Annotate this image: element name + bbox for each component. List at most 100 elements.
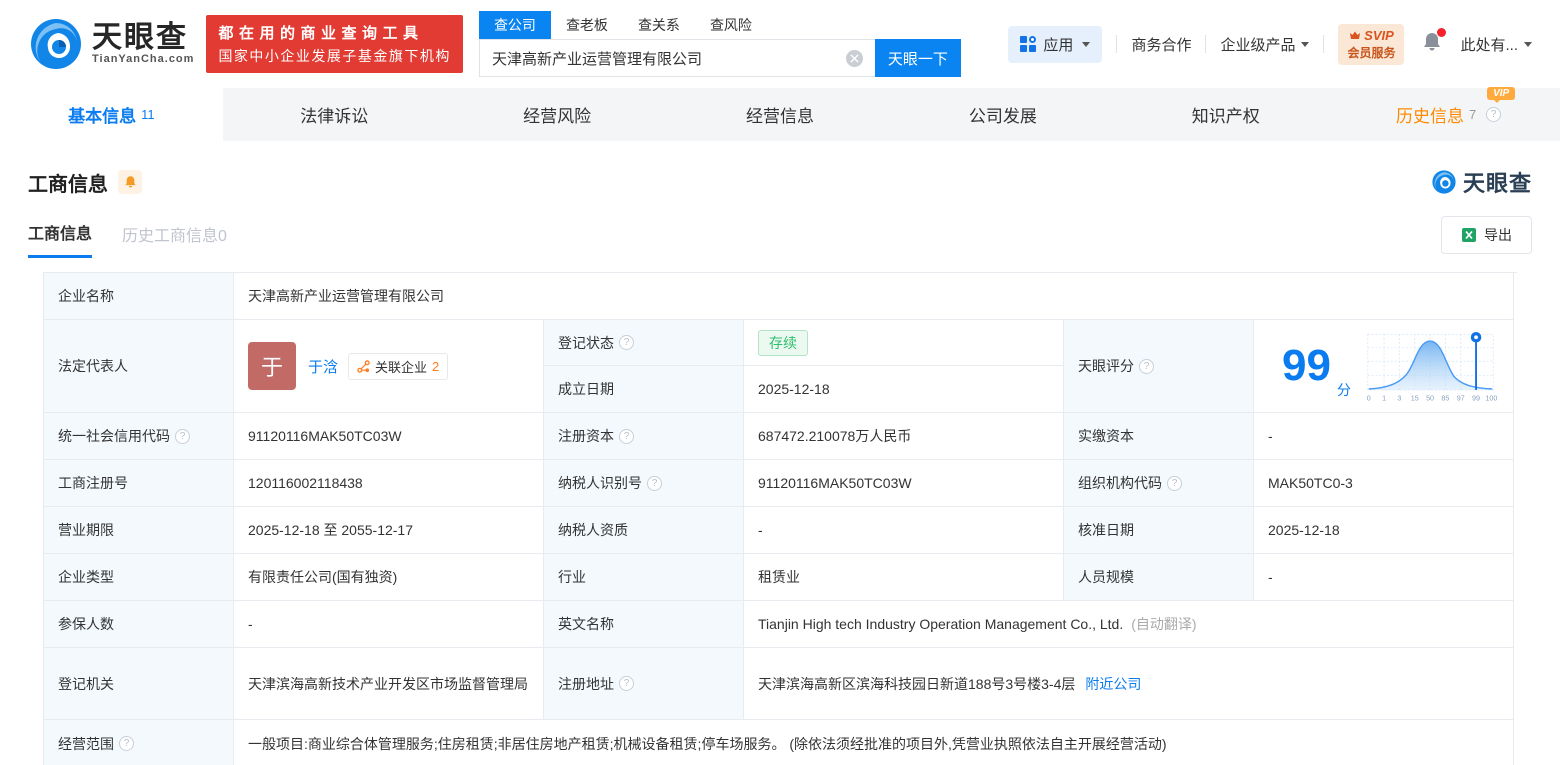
tianyancha-watermark-icon <box>1432 170 1456 194</box>
nearby-companies-link[interactable]: 附近公司 <box>1085 674 1141 694</box>
value-taxpayer-id: 91120116MAK50TC03W <box>744 460 1064 507</box>
label-approval-date: 核准日期 <box>1064 507 1254 554</box>
svg-text:0: 0 <box>1367 394 1371 402</box>
value-paidin-capital: - <box>1254 413 1514 460</box>
excel-icon <box>1462 228 1476 242</box>
svg-text:85: 85 <box>1441 394 1449 402</box>
apps-grid-icon <box>1020 36 1037 52</box>
search-tab-company[interactable]: 查公司 <box>478 11 551 39</box>
main-content: 工商信息 天眼查 工商信息 历史工商信息0 导出 企业名称 天津高新产业运营管理… <box>0 166 1560 765</box>
help-icon[interactable]: ? <box>619 676 634 691</box>
tab-business-info[interactable]: 经营信息 <box>669 88 892 141</box>
help-icon[interactable]: ? <box>1167 475 1182 491</box>
label-industry: 行业 <box>544 554 744 601</box>
tab-operation-risk[interactable]: 经营风险 <box>446 88 669 141</box>
search-button[interactable]: 天眼一下 <box>874 39 961 77</box>
tab-label: 公司发展 <box>968 107 1037 126</box>
tab-history-info[interactable]: 历史信息 7 ? VIP <box>1337 87 1560 141</box>
help-icon[interactable]: ? <box>619 335 634 350</box>
divider <box>1205 35 1207 53</box>
subscribe-bell-icon[interactable] <box>118 170 142 194</box>
subtab-business-info[interactable]: 工商信息 <box>28 220 93 258</box>
tab-basic-info[interactable]: 基本信息 11 <box>0 88 223 141</box>
value-reg-status: 存续 <box>744 320 1064 366</box>
svip-member-button[interactable]: SVIP 会员服务 <box>1338 23 1405 65</box>
label-org-code: 组织机构代码? <box>1064 460 1254 507</box>
search-tab-boss[interactable]: 查老板 <box>551 11 623 39</box>
related-companies-badge[interactable]: 关联企业 2 <box>348 352 449 380</box>
business-coop-link[interactable]: 商务合作 <box>1131 34 1191 55</box>
clear-search-icon[interactable] <box>845 50 863 67</box>
value-english-name: Tianjin High tech Industry Operation Man… <box>744 601 1514 648</box>
value-company-type: 有限责任公司(国有独资) <box>234 554 544 601</box>
value-approval-date: 2025-12-18 <box>1254 507 1514 554</box>
value-staff-size: - <box>1254 554 1514 601</box>
user-menu-label: 此处有... <box>1460 36 1518 54</box>
help-icon[interactable]: ? <box>1139 358 1154 374</box>
label-registration-authority: 登记机关 <box>44 648 234 720</box>
enterprise-products-link[interactable]: 企业级产品 <box>1220 34 1310 55</box>
score-distribution-chart: 0 1 3 15 50 85 97 99 100 <box>1367 331 1497 402</box>
network-icon <box>357 359 370 373</box>
tab-label: 历史信息 <box>1395 107 1464 126</box>
tab-legal-proceedings[interactable]: 法律诉讼 <box>223 88 446 141</box>
score-number: 99 <box>1282 341 1331 390</box>
tianyancha-logo[interactable]: 天眼查 TianYanCha.com <box>28 16 194 72</box>
svg-text:1: 1 <box>1382 394 1386 402</box>
watermark-text: 天眼查 <box>1462 171 1532 196</box>
label-staff-size: 人员规模 <box>1064 554 1254 601</box>
tab-label: 基本信息 <box>68 107 137 126</box>
search-area: 查公司 查老板 查关系 查风险 天眼一下 <box>478 11 961 77</box>
help-icon[interactable]: ? <box>619 428 634 444</box>
value-insured-count: - <box>234 601 544 648</box>
status-badge: 存续 <box>758 329 808 356</box>
search-input[interactable] <box>478 39 875 77</box>
label-reg-status: 登记状态? <box>544 320 744 366</box>
help-icon[interactable]: ? <box>647 475 662 491</box>
tab-intellectual-property[interactable]: 知识产权 <box>1114 88 1337 141</box>
label-business-term: 营业期限 <box>44 507 234 554</box>
tianyancha-logo-icon <box>31 19 81 69</box>
legal-rep-name-link[interactable]: 于浛 <box>308 356 338 377</box>
label-taxpayer-id: 纳税人识别号? <box>544 460 744 507</box>
label-reg-number: 工商注册号 <box>44 460 234 507</box>
logo-text-cn: 天眼查 <box>92 21 188 54</box>
svg-text:3: 3 <box>1397 394 1401 402</box>
tab-label: 法律诉讼 <box>300 107 369 126</box>
watermark-logo: 天眼查 <box>1431 166 1532 198</box>
help-icon[interactable]: ? <box>175 428 190 444</box>
label-tyc-score: 天眼评分? <box>1064 320 1254 413</box>
value-taxpayer-qualification: - <box>744 507 1064 554</box>
tab-label: 经营风险 <box>523 107 592 126</box>
subtab-history-business-info[interactable]: 历史工商信息0 <box>122 222 227 257</box>
label-legal-representative: 法定代表人 <box>44 320 234 413</box>
label-insured-count: 参保人数 <box>44 601 234 648</box>
export-button[interactable]: 导出 <box>1441 216 1532 254</box>
svg-text:50: 50 <box>1426 394 1434 402</box>
top-right-nav: 应用 商务合作 企业级产品 SVIP 会员服务 此处有... <box>1008 23 1532 65</box>
label-uscc: 统一社会信用代码? <box>44 413 234 460</box>
value-registration-authority: 天津滨海高新技术产业开发区市场监督管理局 <box>234 648 544 720</box>
value-establish-date: 2025-12-18 <box>744 366 1064 413</box>
user-menu[interactable]: 此处有... <box>1460 34 1532 55</box>
value-reg-number: 120116002118438 <box>234 460 544 507</box>
label-company-type: 企业类型 <box>44 554 234 601</box>
help-icon[interactable]: ? <box>1486 107 1502 122</box>
notification-bell-icon[interactable] <box>1422 28 1447 57</box>
slogan-line2: 国家中小企业发展子基金旗下机构 <box>218 48 451 64</box>
help-icon[interactable]: ? <box>119 736 134 751</box>
legal-rep-avatar[interactable]: 于 <box>248 342 296 390</box>
value-business-term: 2025-12-18 至 2055-12-17 <box>234 507 544 554</box>
label-registered-address: 注册地址? <box>544 648 744 720</box>
logo-text-en: TianYanCha.com <box>92 53 195 65</box>
subtab-count: 0 <box>218 227 227 245</box>
apps-menu-button[interactable]: 应用 <box>1008 25 1103 63</box>
export-label: 导出 <box>1484 227 1512 243</box>
svip-label: SVIP <box>1364 27 1394 43</box>
value-org-code: MAK50TC0-3 <box>1254 460 1514 507</box>
company-tab-bar: 基本信息 11 法律诉讼 经营风险 经营信息 公司发展 知识产权 历史信息 7 … <box>0 87 1560 141</box>
search-tab-relation[interactable]: 查关系 <box>623 11 695 39</box>
tab-company-development[interactable]: 公司发展 <box>891 88 1114 141</box>
divider <box>1116 35 1118 53</box>
search-tab-risk[interactable]: 查风险 <box>695 11 767 39</box>
